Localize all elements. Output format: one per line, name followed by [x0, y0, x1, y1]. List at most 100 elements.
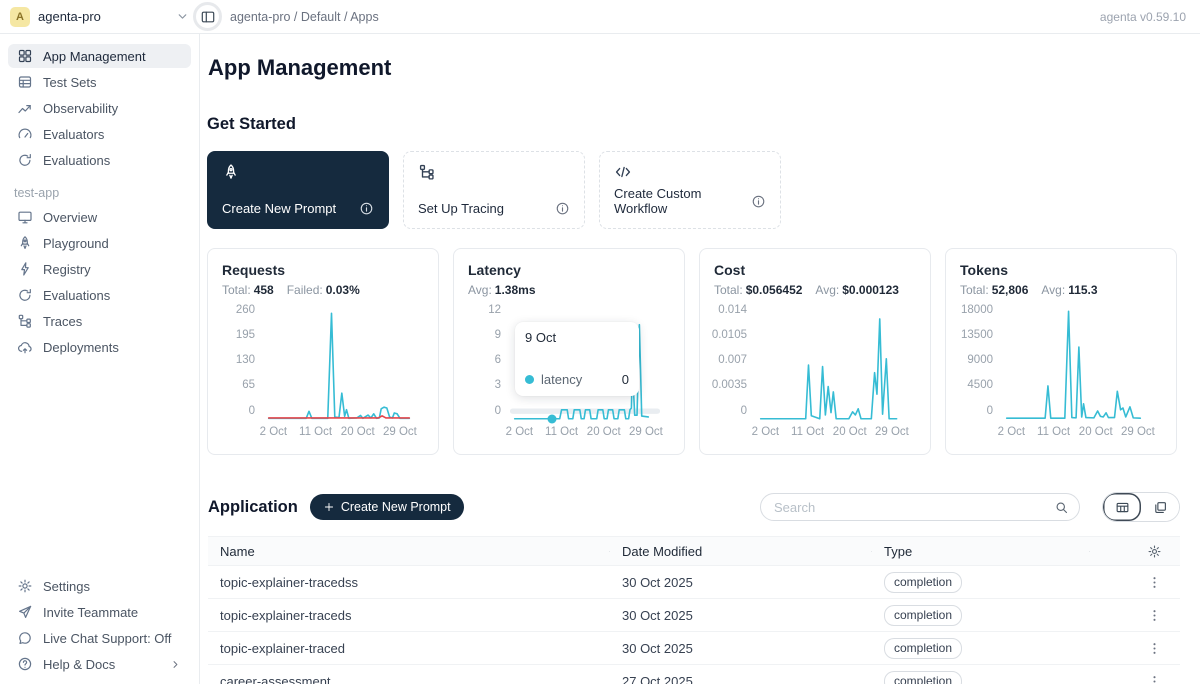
breadcrumb: agenta-pro / Default / Apps: [230, 10, 379, 24]
y-tick-label: 0.007: [718, 355, 747, 367]
cost-line-chart: [756, 309, 906, 421]
sidebar-collapse-button[interactable]: [193, 2, 222, 31]
stat-card-latency: LatencyAvg:1.38ms1296309 Octlatency02 Oc…: [453, 248, 685, 455]
search-icon[interactable]: [1054, 500, 1069, 515]
sidebar-item-evaluations[interactable]: Evaluations: [8, 148, 191, 172]
metric-failed: Failed:0.03%: [287, 283, 360, 297]
row-menu-icon[interactable]: [1147, 575, 1162, 590]
y-tick-label: 0.0105: [712, 330, 747, 342]
table-row[interactable]: topic-explainer-traceds30 Oct 2025comple…: [208, 599, 1180, 632]
sidebar-item-test-sets[interactable]: Test Sets: [8, 70, 191, 94]
column-header-date-modified[interactable]: Date Modified: [610, 544, 872, 559]
card-view-button[interactable]: [1141, 493, 1179, 521]
create-new-prompt-button[interactable]: Create New Prompt: [310, 494, 464, 520]
sidebar-item-evaluations[interactable]: Evaluations: [8, 283, 191, 307]
sidebar-item-traces[interactable]: Traces: [8, 309, 191, 333]
y-tick-label: 130: [236, 355, 255, 367]
table-row[interactable]: career-assessment27 Oct 2025completion: [208, 665, 1180, 684]
row-actions: [1090, 608, 1180, 623]
metric-avg: Avg:$0.000123: [815, 283, 899, 297]
get-started-card-label-row: Create Custom Workflow: [614, 186, 766, 216]
metric-label: Avg:: [468, 283, 492, 297]
app-name: topic-explainer-traceds: [208, 608, 610, 623]
y-tick-label: 0.0035: [712, 380, 747, 392]
table-row[interactable]: topic-explainer-traced30 Oct 2025complet…: [208, 632, 1180, 665]
sidebar-item-deployments[interactable]: Deployments: [8, 335, 191, 359]
metric-label: Avg:: [815, 283, 839, 297]
search-input[interactable]: [774, 500, 1054, 515]
info-icon[interactable]: [359, 201, 374, 216]
x-axis: 2 Oct11 Oct20 Oct29 Oct: [264, 426, 414, 440]
sidebar-item-playground[interactable]: Playground: [8, 231, 191, 255]
sidebar-item-overview[interactable]: Overview: [8, 205, 191, 229]
code-icon: [614, 163, 766, 181]
sidebar-item-help-docs[interactable]: Help & Docs: [8, 652, 191, 676]
stat-card-title: Tokens: [960, 262, 1162, 278]
gear-icon: [1147, 544, 1162, 559]
column-header-name[interactable]: Name: [208, 544, 610, 559]
x-tick-label: 11 Oct: [545, 426, 578, 438]
y-tick-label: 0: [987, 406, 993, 418]
x-tick-label: 11 Oct: [299, 426, 332, 438]
x-tick-label: 20 Oct: [833, 426, 867, 438]
info-icon[interactable]: [555, 201, 570, 216]
sidebar-item-invite-teammate[interactable]: Invite Teammate: [8, 600, 191, 624]
series-cost: [761, 319, 897, 419]
sidebar-item-label: Test Sets: [43, 75, 96, 90]
sidebar-item-label: Observability: [43, 101, 118, 116]
row-menu-icon[interactable]: [1147, 674, 1162, 684]
app-type-badge: completion: [884, 605, 962, 626]
sidebar-item-label: Evaluations: [43, 153, 110, 168]
metric-value: 0.03%: [326, 283, 360, 297]
column-header-type[interactable]: Type: [872, 544, 1090, 559]
sidebar-item-label: Evaluations: [43, 288, 110, 303]
app-type-cell: completion: [872, 638, 1090, 659]
x-tick-label: 29 Oct: [629, 426, 663, 438]
app-name: career-assessment: [208, 674, 610, 684]
plus-icon: [323, 501, 335, 513]
column-settings-icon[interactable]: [1147, 544, 1162, 559]
rocket-icon: [17, 235, 33, 251]
sidebar-project-nav: Overview Playground Registry Evaluations Tra…: [0, 205, 199, 359]
series-tokens: [1007, 311, 1141, 418]
get-started-card-create-custom-workflow[interactable]: Create Custom Workflow: [599, 151, 781, 229]
app-type-badge: completion: [884, 572, 962, 593]
x-axis: 2 Oct11 Oct20 Oct29 Oct: [1002, 426, 1152, 440]
x-axis: 2 Oct11 Oct20 Oct29 Oct: [510, 426, 660, 440]
get-started-card-create-new-prompt[interactable]: Create New Prompt: [207, 151, 389, 229]
sidebar-item-registry[interactable]: Registry: [8, 257, 191, 281]
stat-card-metrics: Avg:1.38ms: [468, 283, 670, 297]
sidebar-item-observability[interactable]: Observability: [8, 96, 191, 120]
app-type-cell: completion: [872, 605, 1090, 626]
sidebar-item-settings[interactable]: Settings: [8, 574, 191, 598]
chevron-right-icon: [169, 658, 182, 671]
stat-card-title: Requests: [222, 262, 424, 278]
get-started-heading: Get Started: [207, 115, 1180, 134]
sidebar-item-app-management[interactable]: App Management: [8, 44, 191, 68]
row-menu-icon[interactable]: [1147, 608, 1162, 623]
info-icon[interactable]: [751, 194, 766, 209]
table-view-button[interactable]: [1103, 493, 1141, 521]
metric-total: Total:458: [222, 283, 274, 297]
get-started-card-set-up-tracing[interactable]: Set Up Tracing: [403, 151, 585, 229]
sidebar-item-live-chat-support-off[interactable]: Live Chat Support: Off: [8, 626, 191, 650]
table-row[interactable]: topic-explainer-tracedss30 Oct 2025compl…: [208, 566, 1180, 599]
workspace-selector[interactable]: A agenta-pro: [0, 7, 200, 27]
get-started-card-label-row: Set Up Tracing: [418, 201, 570, 216]
x-tick-label: 29 Oct: [875, 426, 909, 438]
row-menu-icon[interactable]: [1147, 641, 1162, 656]
row-actions: [1090, 641, 1180, 656]
app-version: agenta v0.59.10: [1100, 10, 1186, 24]
row-actions: [1090, 674, 1180, 684]
app-type-badge: completion: [884, 638, 962, 659]
y-axis: 0.0140.01050.0070.00350: [714, 305, 756, 417]
sidebar-item-evaluators[interactable]: Evaluators: [8, 122, 191, 146]
sidebar-item-label: Playground: [43, 236, 109, 251]
dots-icon: [1147, 608, 1162, 623]
stat-cards: RequestsTotal:458Failed:0.03%26019513065…: [207, 248, 1180, 455]
table-view-icon: [1115, 500, 1130, 515]
dots-icon: [1147, 674, 1162, 684]
bolt-icon: [17, 261, 33, 277]
sidebar: App Management Test Sets Observability Eval…: [0, 34, 200, 684]
metric-total: Total:52,806: [960, 283, 1028, 297]
